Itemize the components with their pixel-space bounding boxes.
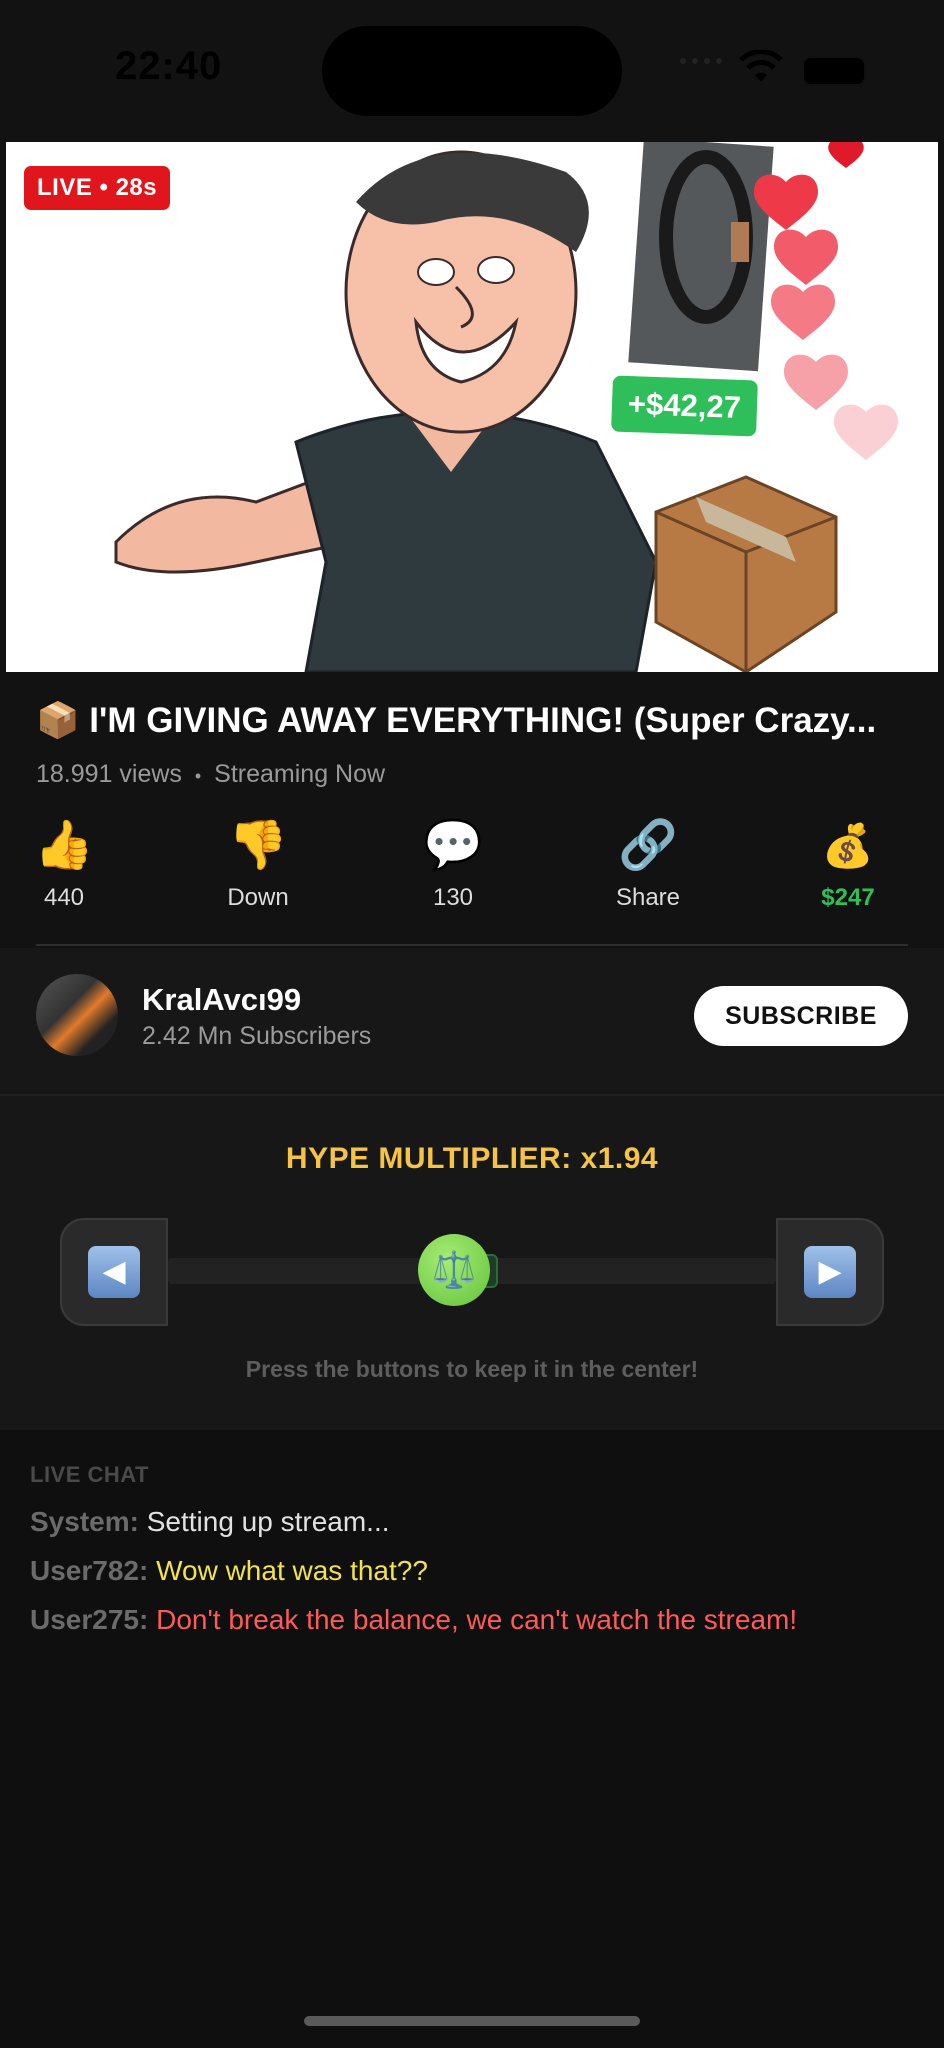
chat-username: System:: [30, 1506, 139, 1537]
stream-meta: 18.991 views • Streaming Now: [36, 760, 385, 789]
battery-icon: [802, 56, 866, 86]
balance-track: ⚖️: [168, 1234, 776, 1306]
left-arrow-icon: ◀: [88, 1246, 140, 1298]
money-bag-icon: 💰: [821, 822, 875, 869]
hype-multiplier-title: HYPE MULTIPLIER: x1.94: [285, 1142, 659, 1175]
chat-text: Wow what was that??: [156, 1555, 428, 1586]
chat-message: User782: Wow what was that??: [30, 1555, 428, 1587]
speech-bubble-icon: 💬: [423, 819, 483, 872]
cellular-signal-icon: [680, 58, 722, 64]
chat-username: User782:: [30, 1555, 149, 1586]
dislike-button[interactable]: 👎 Down: [198, 818, 318, 912]
thumbs-down-icon: 👎: [228, 819, 288, 872]
live-chat: LIVE CHAT System: Setting up stream... U…: [0, 1430, 944, 2048]
donations-button[interactable]: 💰 $247: [788, 818, 908, 912]
divider: [36, 944, 908, 946]
link-icon: 🔗: [618, 819, 678, 872]
share-button[interactable]: 🔗 Share: [588, 818, 708, 912]
share-label: Share: [615, 884, 681, 911]
like-button[interactable]: 👍 440: [4, 818, 124, 912]
right-arrow-icon: ▶: [804, 1246, 856, 1298]
channel-row: KralAvcı99 2.42 Mn Subscribers SUBSCRIBE: [0, 948, 944, 1096]
chat-text: Setting up stream...: [146, 1506, 390, 1537]
donation-total: $247: [821, 884, 875, 911]
comments-button[interactable]: 💬 130: [393, 818, 513, 912]
action-bar: 👍 440 👎 Down 💬 130 🔗 Share 💰 $247: [34, 818, 908, 918]
balance-knob[interactable]: ⚖️: [418, 1234, 490, 1306]
video-thumbnail: [114, 142, 898, 672]
chat-message: User275: Don't break the balance, we can…: [30, 1604, 797, 1636]
dynamic-island: [322, 26, 622, 116]
status-bar: 22:40: [0, 0, 944, 142]
balance-right-button[interactable]: ▶: [776, 1218, 884, 1326]
tip-popup: +$42,27: [611, 375, 758, 437]
thumbs-up-icon: 👍: [34, 819, 94, 872]
channel-name[interactable]: KralAvcı99: [142, 982, 301, 1018]
meta-separator: •: [194, 766, 202, 786]
home-indicator[interactable]: [304, 2016, 640, 2026]
live-chat-header: LIVE CHAT: [30, 1462, 149, 1487]
chat-text: Don't break the balance, we can't watch …: [156, 1604, 798, 1635]
comment-count: 130: [432, 884, 474, 911]
channel-avatar[interactable]: [36, 974, 118, 1056]
scales-icon: ⚖️: [431, 1249, 477, 1290]
live-badge: LIVE • 28s: [24, 166, 171, 210]
stream-status: Streaming Now: [214, 760, 386, 788]
game-hint: Press the buttons to keep it in the cent…: [245, 1356, 699, 1382]
video-player[interactable]: LIVE • 28s +$42,27: [6, 142, 938, 672]
subscriber-count: 2.42 Mn Subscribers: [142, 1022, 372, 1050]
wifi-icon: [739, 50, 783, 82]
like-count: 440: [43, 884, 85, 911]
stream-title: 📦 I'M GIVING AWAY EVERYTHING! (Super Cra…: [36, 701, 877, 740]
chat-username: User275:: [30, 1604, 149, 1635]
status-time: 22:40: [115, 44, 223, 88]
balance-left-button[interactable]: ◀: [60, 1218, 168, 1326]
subscribe-button[interactable]: SUBSCRIBE: [694, 986, 908, 1046]
dislike-label: Down: [227, 884, 289, 911]
hype-balance-game: HYPE MULTIPLIER: x1.94 ◀ ⚖️ ▶ Press the …: [0, 1096, 944, 1430]
views-count: 18.991 views: [36, 760, 182, 788]
chat-message: System: Setting up stream...: [30, 1506, 390, 1538]
